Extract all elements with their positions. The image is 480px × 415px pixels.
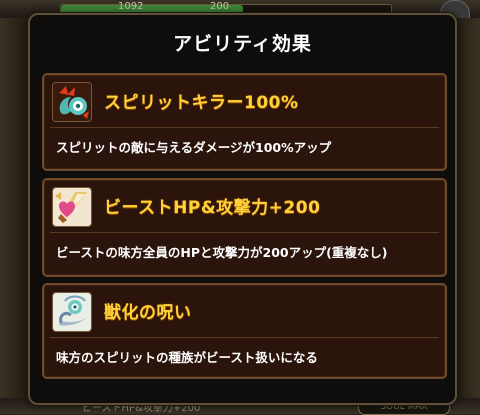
card-divider (50, 127, 439, 128)
ability-description: スピリットの敵に与えるダメージが100%アップ (56, 140, 332, 155)
ability-card-beast-curse: 獣化の呪い 味方のスピリットの種族がビースト扱いになる (42, 283, 447, 379)
ability-name: ビーストHP&攻撃力+200 (104, 198, 321, 218)
ability-name: スピリットキラー100% (104, 93, 299, 113)
card-divider (50, 337, 439, 338)
ability-card-beast-hp-attack: ビーストHP&攻撃力+200 ビーストの味方全員のHPと攻撃力が200アップ(重… (42, 178, 447, 277)
ability-name: 獣化の呪い (104, 303, 192, 323)
attack-value: 200 (210, 1, 230, 12)
background-right-frame (454, 18, 480, 398)
card-divider (50, 232, 439, 233)
background-left-frame (0, 18, 26, 398)
spirit-killer-icon (52, 82, 92, 122)
beast-curse-icon (52, 292, 92, 332)
hp-value: 1092 (118, 1, 144, 12)
dialog-title: アビリティ効果 (173, 33, 312, 55)
ability-description: 味方のスピリットの種族がビースト扱いになる (56, 350, 318, 365)
beast-hp-attack-icon (52, 187, 92, 227)
ability-description: ビーストの味方全員のHPと攻撃力が200アップ(重複なし) (56, 245, 388, 260)
ability-effects-dialog[interactable]: アビリティ効果 スピリットキラー100% スピリットの敵に与えるダメージが100… (28, 13, 457, 405)
ability-card-spirit-killer: スピリットキラー100% スピリットの敵に与えるダメージが100%アップ (42, 73, 447, 171)
